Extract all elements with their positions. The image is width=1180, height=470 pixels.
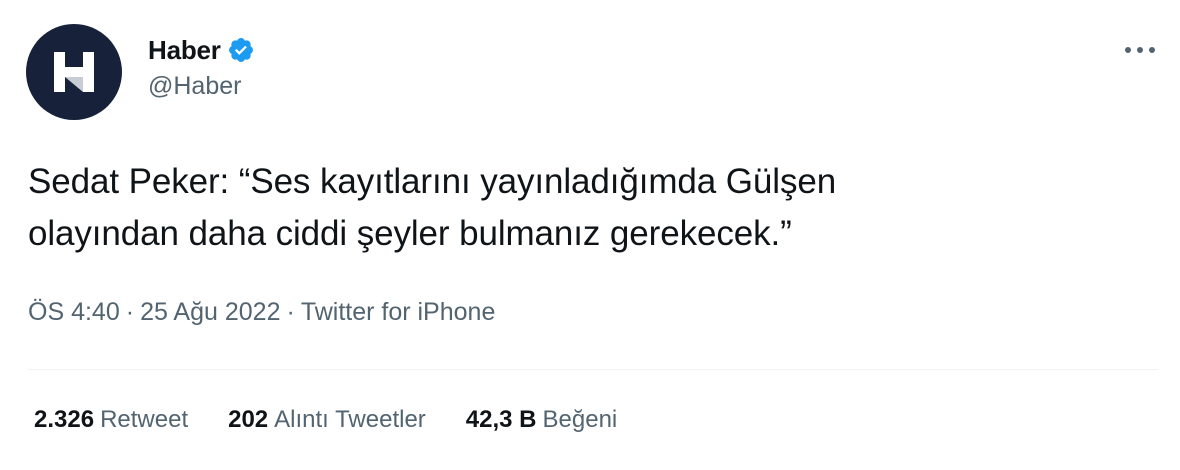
quote-tweets-stat[interactable]: 202 Alıntı Tweetler — [228, 406, 426, 434]
tweet-text: Sedat Peker: “Ses kayıtlarını yayınladığ… — [28, 156, 1148, 260]
tweet-source[interactable]: Twitter for iPhone — [301, 298, 496, 326]
more-options-icon — [1125, 47, 1155, 53]
meta-separator: · — [286, 298, 295, 326]
tweet-time[interactable]: ÖS 4:40 — [28, 298, 120, 326]
tweet-card: Haber @Haber Sedat Peker: “Ses kayıtları… — [0, 0, 1180, 470]
author-block: Haber @Haber — [148, 30, 255, 101]
divider — [28, 369, 1158, 370]
likes-count: 42,3 B — [465, 406, 537, 433]
engagement-stats: 2.326 Retweet 202 Alıntı Tweetler 42,3 B Be… — [34, 406, 657, 434]
name-row: Haber — [148, 30, 255, 70]
likes-stat[interactable]: 42,3 B Beğeni — [466, 406, 617, 434]
quote-label: Alıntı Tweetler — [274, 406, 426, 433]
verified-badge-icon — [227, 36, 255, 64]
more-options-button[interactable] — [1120, 36, 1160, 64]
retweet-label: Retweet — [100, 406, 189, 433]
likes-label: Beğeni — [542, 406, 618, 433]
meta-separator: · — [125, 298, 135, 326]
haber-logo-icon — [54, 52, 94, 92]
avatar[interactable] — [26, 24, 122, 120]
handle[interactable]: @Haber — [148, 72, 255, 101]
tweet-text-line-1: Sedat Peker: “Ses kayıtlarını yayınladığ… — [28, 162, 837, 201]
tweet-date[interactable]: 25 Ağu 2022 — [140, 298, 280, 326]
tweet-meta: ÖS 4:40 · 25 Ağu 2022 · Twitter for iPhone — [28, 298, 495, 327]
quote-count: 202 — [228, 406, 269, 433]
display-name[interactable]: Haber — [148, 35, 221, 66]
retweet-stat[interactable]: 2.326 Retweet — [34, 406, 188, 434]
retweet-count: 2.326 — [34, 406, 95, 433]
tweet-text-line-2: olayından daha ciddi şeyler bulmanız ger… — [28, 214, 792, 253]
